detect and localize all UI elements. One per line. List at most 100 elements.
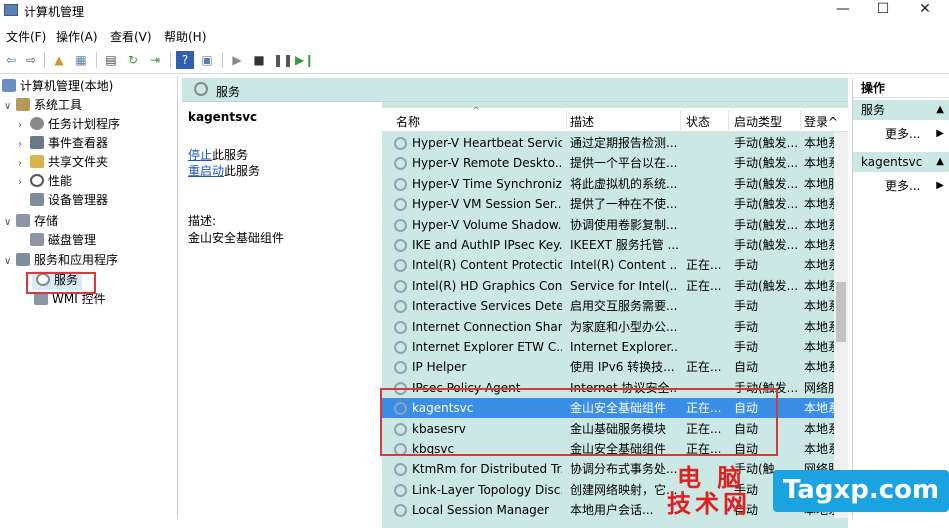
close-button[interactable]: ✕: [905, 0, 945, 20]
table-row[interactable]: IKE and AuthIP IPsec Key... IKEEXT 服务托管 .…: [382, 235, 834, 255]
actions-section-kagentsvc[interactable]: kagentsvc ▲: [853, 152, 949, 172]
tree-item-device-manager[interactable]: 设备管理器: [30, 191, 108, 210]
export-list-icon[interactable]: ⇥: [146, 51, 164, 69]
chevron-right-icon[interactable]: ›: [18, 154, 30, 173]
table-row[interactable]: Hyper-V Time Synchroniz... 将此虚拟机的系统... 手动(…: [382, 174, 834, 194]
column-separator[interactable]: [800, 110, 801, 130]
mmc-icon[interactable]: ▣: [198, 51, 216, 69]
tree-item-system-tools[interactable]: ∨ 系统工具: [4, 96, 82, 115]
column-separator[interactable]: [566, 110, 567, 130]
menu-bar: 文件(F) 操作(A) 查看(V) 帮助(H): [0, 24, 949, 46]
chevron-right-icon[interactable]: ›: [18, 116, 30, 135]
clock-icon: [30, 117, 44, 130]
actions-more-services[interactable]: 更多... ▶: [853, 124, 949, 144]
cell-startup: 手动(触发...: [734, 238, 799, 252]
pause-service-icon[interactable]: ❚❚: [272, 51, 293, 69]
highlight-box: [26, 272, 96, 294]
cell-logon: 本地系: [804, 401, 834, 416]
tree-item-disk-management[interactable]: 磁盘管理: [30, 231, 96, 250]
gear-icon: [394, 483, 407, 497]
gear-icon: [394, 198, 407, 212]
cell-logon: 本地系: [804, 156, 834, 171]
column-header-description[interactable]: 描述: [570, 113, 594, 130]
services-panel-header: 服务: [182, 78, 848, 102]
show-hide-tree-icon[interactable]: ▦: [72, 51, 90, 69]
back-arrow-icon[interactable]: ⇦: [2, 51, 20, 69]
table-row[interactable]: Intel(R) HD Graphics Con... Service for I…: [382, 276, 834, 296]
refresh-icon[interactable]: ↻: [124, 51, 142, 69]
start-service-icon[interactable]: ▶: [228, 51, 246, 69]
stop-service-icon[interactable]: ■: [250, 51, 268, 69]
cell-desc: Internet Explorer...: [570, 340, 678, 354]
chevron-down-icon[interactable]: ∨: [4, 252, 16, 271]
properties-icon[interactable]: ▤: [102, 51, 120, 69]
gear-icon: [394, 177, 407, 191]
cell-logon: 本地系: [804, 197, 834, 212]
restart-service-link[interactable]: 重启动: [188, 164, 224, 178]
restart-service-icon[interactable]: ▶❙: [294, 51, 314, 69]
gear-icon: [394, 361, 407, 375]
column-separator[interactable]: [680, 110, 681, 130]
disk-icon: [30, 233, 44, 246]
tree-item-shared-folders[interactable]: › 共享文件夹: [18, 153, 108, 172]
actions-more-kagentsvc[interactable]: 更多... ▶: [853, 176, 949, 196]
gear-icon: [394, 259, 407, 273]
stop-service-link[interactable]: 停止: [188, 148, 212, 162]
column-header-logon[interactable]: 登录^: [804, 113, 838, 130]
sort-ascending-icon: ^: [472, 106, 481, 117]
chevron-right-icon[interactable]: ›: [18, 135, 30, 154]
table-row[interactable]: Interactive Services Dete... 启用交互服务需要... 手…: [382, 296, 834, 316]
chevron-right-icon[interactable]: ›: [18, 173, 30, 192]
section-label: kagentsvc: [861, 155, 923, 169]
cell-desc: 协调分布式事务处...: [570, 462, 678, 477]
cell-startup: 手动: [734, 299, 759, 314]
column-header-name[interactable]: 名称: [396, 113, 420, 130]
help-icon[interactable]: ?: [176, 51, 194, 69]
table-row[interactable]: Hyper-V Remote Deskto... 提供一个平台以在... 手动(触发…: [382, 153, 834, 173]
chevron-down-icon[interactable]: ∨: [4, 213, 16, 232]
up-folder-icon[interactable]: ▲: [50, 51, 68, 69]
tree-item-root[interactable]: 计算机管理(本地): [2, 77, 113, 96]
menu-file[interactable]: 文件(F): [6, 28, 46, 45]
window-title: 计算机管理: [24, 5, 85, 19]
tree-item-services-apps[interactable]: ∨ 服务和应用程序: [4, 251, 118, 270]
chevron-down-icon[interactable]: ∨: [4, 97, 16, 116]
tree-item-event-viewer[interactable]: › 事件查看器: [18, 134, 108, 153]
tree-item-task-scheduler[interactable]: › 任务计划程序: [18, 115, 120, 134]
actions-pane: 操作 服务 ▲ 更多... ▶ kagentsvc ▲ 更多... ▶: [852, 78, 949, 518]
menu-view[interactable]: 查看(V): [110, 28, 152, 45]
scrollbar-thumb[interactable]: [836, 282, 846, 342]
table-row[interactable]: Internet Explorer ETW C... Internet Explo…: [382, 337, 834, 357]
minimize-button[interactable]: —: [823, 0, 863, 20]
table-row[interactable]: Hyper-V VM Session Ser... 提供了一种在不使... 手动(触…: [382, 194, 834, 214]
table-row[interactable]: Hyper-V Volume Shadow... 协调使用卷影复制... 手动(触发…: [382, 215, 834, 235]
gear-icon: [394, 157, 407, 171]
menu-action[interactable]: 操作(A): [56, 28, 98, 45]
column-header-startup[interactable]: 启动类型: [734, 113, 782, 130]
table-row[interactable]: Internet Connection Shari... 为家庭和小型办公... 手…: [382, 317, 834, 337]
tree-item-performance[interactable]: › 性能: [18, 172, 72, 191]
column-header-status[interactable]: 状态: [686, 113, 710, 130]
table-row[interactable]: Intel(R) Content Protectio... Intel(R) Co…: [382, 255, 834, 275]
toolbar-separator: [170, 52, 171, 68]
tree-label: 性能: [48, 174, 73, 188]
cell-startup: 手动(触发...: [734, 217, 799, 232]
services-panel-title: 服务: [216, 85, 241, 99]
collapse-arrow-icon[interactable]: ▲: [936, 100, 944, 120]
table-row[interactable]: Hyper-V Heartbeat Service 通过定期报告检测... 手动(触…: [382, 133, 834, 153]
chevron-right-icon: ▶: [936, 180, 944, 191]
vertical-scrollbar[interactable]: [834, 132, 848, 518]
service-detail-pane: kagentsvc 停止此服务 重启动此服务 描述: 金山安全基础组件: [182, 102, 382, 518]
column-separator[interactable]: [728, 110, 729, 130]
tree-item-storage[interactable]: ∨ 存储: [4, 212, 58, 231]
collapse-arrow-icon[interactable]: ▲: [936, 152, 944, 172]
menu-help[interactable]: 帮助(H): [164, 28, 206, 45]
tree-label: 共享文件夹: [48, 155, 109, 169]
actions-section-services[interactable]: 服务 ▲: [853, 100, 949, 120]
cell-logon: 本地系: [804, 258, 834, 273]
cell-name: IP Helper: [412, 360, 467, 375]
forward-arrow-icon[interactable]: ⇨: [22, 51, 40, 69]
table-row[interactable]: IP Helper 使用 IPv6 转换技... 正在... 自动 本地系: [382, 357, 834, 377]
maximize-button[interactable]: ☐: [863, 0, 903, 20]
cell-name: Intel(R) Content Protectio...: [412, 258, 562, 273]
